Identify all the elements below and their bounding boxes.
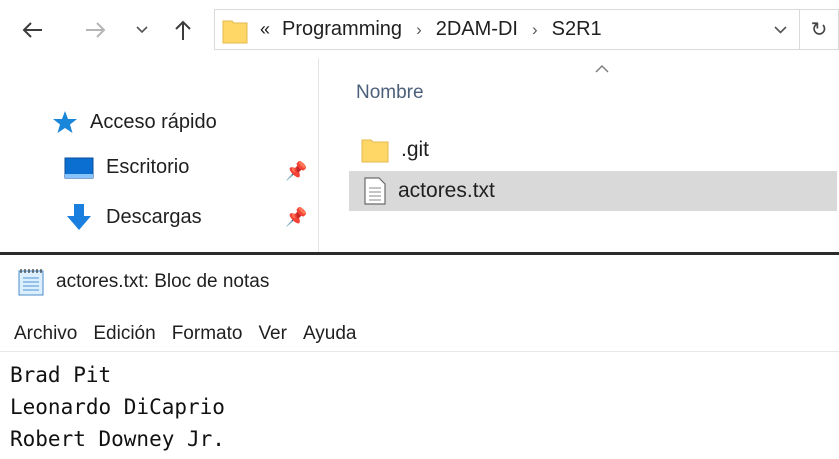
back-arrow-icon	[22, 22, 42, 38]
chevron-right-icon[interactable]: ›	[532, 20, 538, 40]
sidebar-item-label: Descargas	[106, 205, 202, 228]
pin-icon[interactable]: 📌	[285, 207, 307, 228]
file-list: Nombre .git actores.txt	[319, 58, 839, 252]
folder-icon	[222, 20, 248, 43]
file-name: actores.txt	[398, 179, 495, 202]
chevron-right-icon[interactable]: ›	[416, 20, 422, 40]
text-line: Brad Pit	[10, 363, 112, 387]
notepad-icon	[18, 269, 44, 296]
star-icon	[53, 111, 77, 133]
back-button[interactable]	[14, 12, 50, 48]
text-file-icon	[364, 177, 386, 205]
file-explorer-window: « Programming › 2DAM-DI › S2R1 ↻ Acceso …	[0, 0, 839, 252]
breadcrumb-2dam-di[interactable]: 2DAM-DI	[436, 18, 518, 41]
sidebar-item-label: Acceso rápido	[90, 110, 217, 133]
breadcrumb-s2r1[interactable]: S2R1	[552, 18, 602, 41]
chevron-down-icon	[136, 26, 148, 34]
file-row-git[interactable]: .git	[349, 130, 837, 170]
window-title: actores.txt: Bloc de notas	[56, 271, 270, 292]
title-bar[interactable]: actores.txt: Bloc de notas	[0, 255, 839, 309]
up-arrow-icon	[175, 20, 191, 40]
sort-ascending-icon	[595, 65, 609, 73]
sidebar-item-quick-access[interactable]: Acceso rápido	[52, 110, 217, 134]
menu-ver[interactable]: Ver	[258, 323, 287, 345]
forward-button[interactable]	[78, 12, 114, 48]
file-row-actores[interactable]: actores.txt	[349, 171, 837, 211]
forward-arrow-icon	[86, 22, 106, 38]
breadcrumb-overflow[interactable]: «	[260, 19, 270, 40]
download-arrow-icon	[67, 204, 91, 230]
sidebar-item-downloads[interactable]: Descargas	[64, 202, 202, 232]
menu-bar: Archivo Edición Formato Ver Ayuda	[0, 317, 373, 351]
sidebar-item-label: Escritorio	[106, 156, 190, 178]
pin-icon[interactable]: 📌	[285, 161, 307, 182]
menu-formato[interactable]: Formato	[172, 323, 243, 345]
navigation-pane: Acceso rápido Escritorio 📌 Descargas 📌	[0, 58, 319, 252]
text-editor[interactable]: Brad Pit Leonardo DiCaprio Robert Downey…	[10, 359, 839, 459]
menu-divider	[0, 351, 839, 352]
menu-archivo[interactable]: Archivo	[14, 323, 77, 345]
refresh-button[interactable]: ↻	[800, 9, 839, 50]
column-header-name[interactable]: Nombre	[356, 82, 424, 104]
up-button[interactable]	[168, 12, 198, 48]
menu-ayuda[interactable]: Ayuda	[303, 323, 357, 345]
menu-edicion[interactable]: Edición	[93, 323, 155, 345]
sidebar-item-desktop[interactable]: Escritorio	[64, 156, 189, 179]
folder-icon	[361, 139, 389, 163]
breadcrumb-programming[interactable]: Programming	[282, 18, 402, 41]
address-bar[interactable]: « Programming › 2DAM-DI › S2R1	[214, 9, 800, 50]
recent-locations-button[interactable]	[132, 12, 152, 48]
refresh-icon: ↻	[810, 19, 828, 41]
notepad-window: actores.txt: Bloc de notas Archivo Edici…	[0, 255, 839, 459]
desktop-icon	[64, 157, 94, 178]
text-line: Leonardo DiCaprio	[10, 395, 225, 419]
file-name: .git	[401, 138, 430, 161]
text-line: Robert Downey Jr.	[10, 427, 225, 451]
chevron-down-icon[interactable]	[774, 26, 787, 34]
